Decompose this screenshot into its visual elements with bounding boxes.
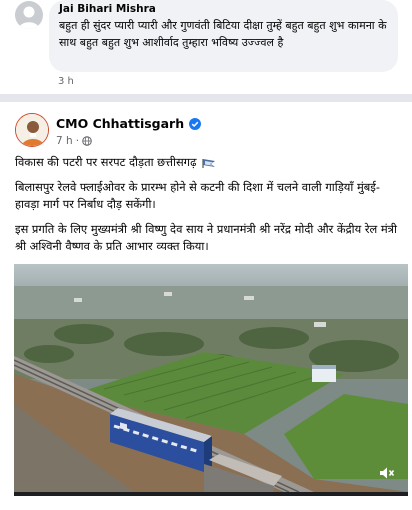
comment-text: बहुत ही सुंदर प्यारी प्यारी और गुणवंती ब…: [59, 19, 387, 49]
comment-timestamp[interactable]: 3 h: [58, 76, 74, 87]
comment-bubble: Jai Bihari Mishra बहुत ही सुंदर प्यारी प…: [49, 0, 398, 72]
verified-badge-icon: [189, 117, 202, 130]
speaker-muted-icon[interactable]: [378, 464, 396, 482]
divider: [0, 94, 412, 102]
default-avatar-icon[interactable]: [15, 1, 43, 29]
comment-card: Jai Bihari Mishra बहुत ही सुंदर प्यारी प…: [0, 0, 412, 94]
post-timestamp[interactable]: 7 h: [56, 135, 73, 147]
page-avatar[interactable]: [15, 113, 49, 147]
post-card: CMO Chhattisgarh 7 h · विकास की पटरी पर …: [0, 102, 412, 510]
flag-icon: [201, 158, 215, 168]
commenter-name[interactable]: Jai Bihari Mishra: [59, 3, 388, 16]
post-paragraph-2: इस प्रगति के लिए मुख्यमंत्री श्री विष्णु…: [15, 222, 397, 253]
post-paragraph-1: बिलासपुर रेलवे फ्लाईओवर के प्रारम्भ होने…: [15, 180, 380, 211]
globe-icon: [82, 136, 92, 146]
post-headline: विकास की पटरी पर सरपट दौड़ता छत्तीसगढ़: [15, 155, 197, 169]
post-author[interactable]: CMO Chhattisgarh: [56, 116, 184, 131]
meta-separator: ·: [75, 135, 80, 147]
post-video[interactable]: [14, 264, 408, 492]
video-progress-bar[interactable]: [14, 492, 408, 496]
post-text: विकास की पटरी पर सरपट दौड़ता छत्तीसगढ़ ब…: [15, 154, 400, 263]
